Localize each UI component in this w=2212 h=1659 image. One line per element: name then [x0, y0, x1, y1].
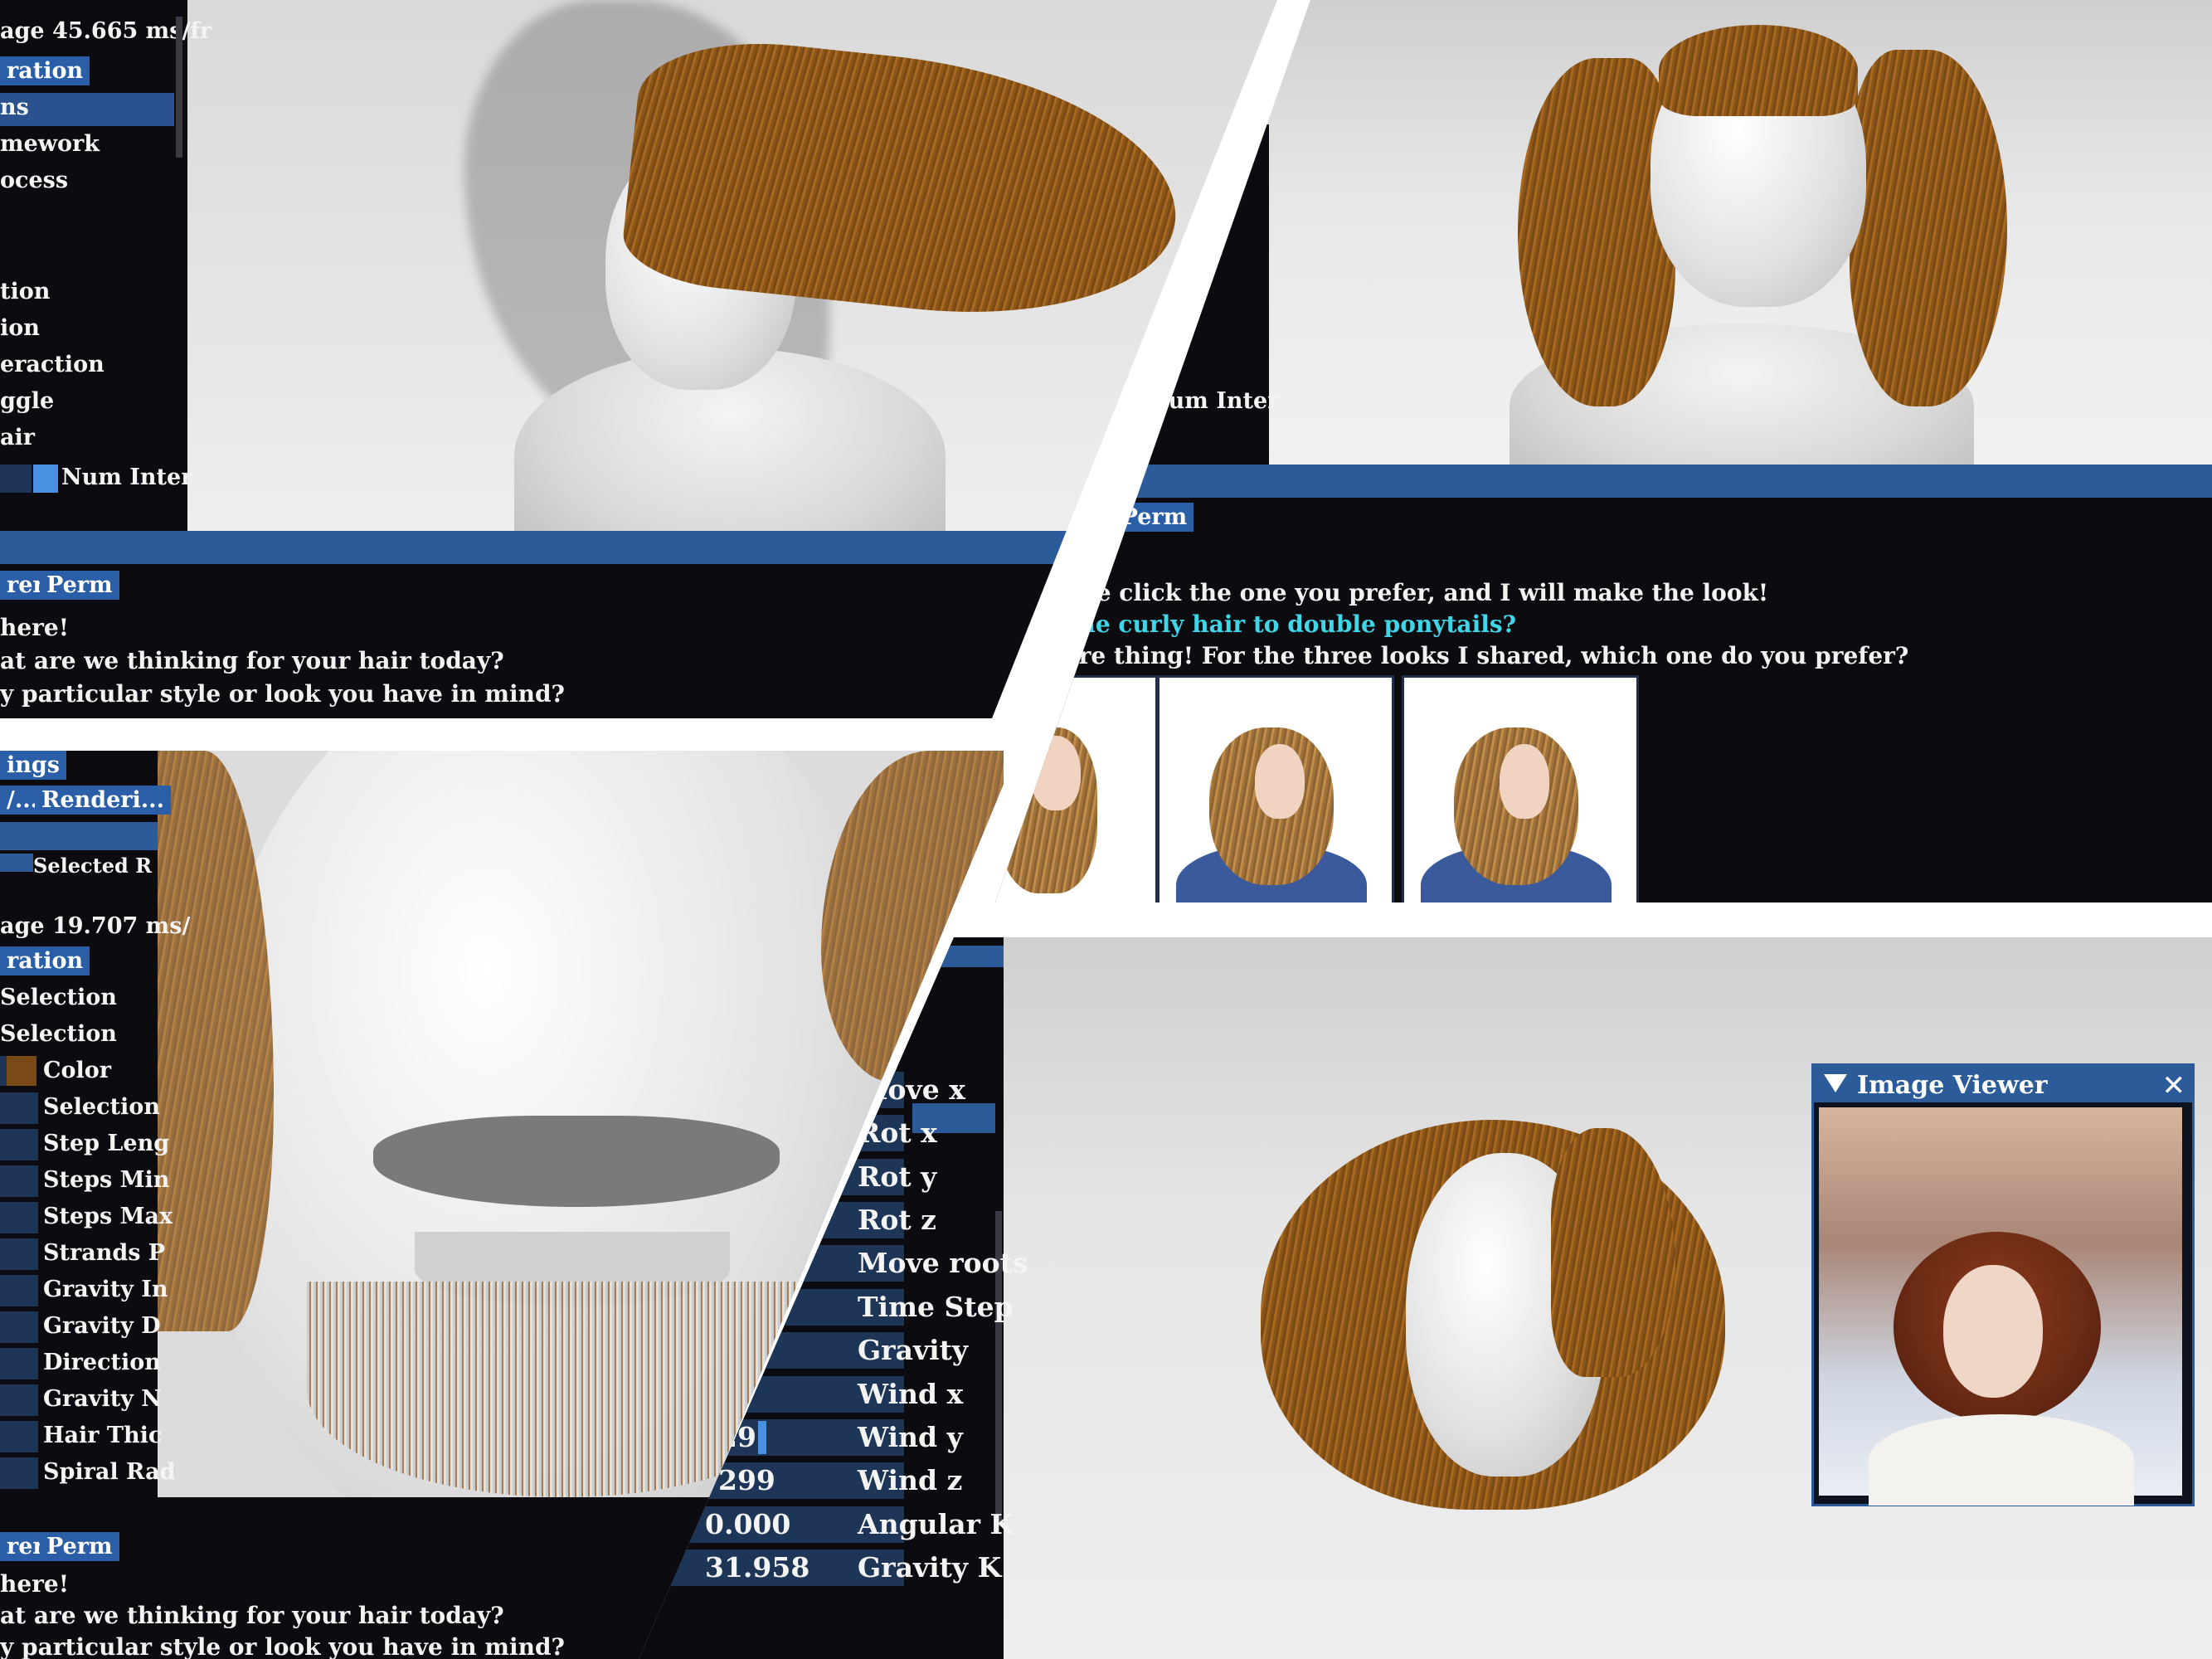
settings-header[interactable]: ings — [0, 751, 66, 780]
ponytail-right — [1850, 50, 2007, 406]
chat-line: at are we thinking for your hair today? — [0, 1602, 504, 1629]
param-field[interactable] — [0, 1384, 38, 1416]
look-thumbnail[interactable] — [1157, 675, 1394, 902]
param-value[interactable]: 299 — [718, 1464, 775, 1496]
ponytail-left — [1518, 58, 1675, 406]
param-label: Gravity — [858, 1334, 969, 1367]
selected-swatch — [0, 854, 33, 872]
scrollbar[interactable] — [176, 17, 182, 158]
param-value[interactable]: 31.958 — [705, 1551, 809, 1584]
frame-time: age 19.707 ms/ — [0, 913, 191, 939]
param-label[interactable]: Gravity N — [43, 1386, 162, 1412]
param-label: Angular K — [858, 1507, 1014, 1540]
param-field[interactable] — [0, 1129, 38, 1160]
config-header[interactable]: ration — [0, 56, 90, 85]
chat-line: at are we thinking for your hair today? — [0, 647, 504, 674]
param-field[interactable] — [0, 1311, 38, 1343]
param-label: Time Step — [858, 1290, 1014, 1323]
bangs — [1659, 25, 1858, 116]
sidebar-item[interactable]: tion — [0, 279, 50, 304]
param-field[interactable] — [0, 1348, 38, 1379]
chat-line: y particular style or look you have in m… — [0, 1633, 565, 1659]
sidebar: age 45.665 ms/fr ration ns mework ocess … — [0, 0, 211, 531]
param-field[interactable] — [0, 1421, 38, 1452]
sidebar: ings /... Renderi... Selected R age 19.7… — [0, 751, 190, 1497]
param-selection[interactable]: Selection — [0, 985, 117, 1010]
look-thumbnail[interactable] — [995, 675, 1158, 902]
sidebar-item[interactable]: mework — [0, 131, 100, 157]
param-label[interactable]: Selection — [43, 1094, 160, 1120]
param-label: Wind x — [858, 1377, 964, 1410]
sidebar-item[interactable]: ion — [0, 315, 40, 341]
photo-sweater — [1869, 1414, 2134, 1506]
slider-handle[interactable] — [758, 1420, 766, 1454]
param-label: Gravity K — [858, 1550, 1002, 1584]
chat-titlebar — [0, 531, 1277, 564]
param-label[interactable]: Direction — [43, 1350, 161, 1375]
param-label[interactable]: Hair Thic — [43, 1423, 162, 1448]
param-label: Wind y — [858, 1420, 963, 1453]
triangle-down-icon[interactable] — [1824, 1074, 1847, 1092]
tab-rendering[interactable]: Renderi... — [35, 786, 171, 815]
selected-label: Selected R — [33, 854, 153, 878]
color-swatch-hair[interactable] — [7, 1056, 36, 1086]
param-field[interactable] — [0, 1275, 38, 1306]
tab-perm[interactable]: Perm — [40, 1532, 119, 1561]
param-label[interactable]: Strands P — [43, 1240, 165, 1266]
param-label[interactable]: Spiral Rad — [43, 1459, 175, 1485]
chat-line: Sure thing! For the three looks I shared… — [1045, 642, 1909, 669]
param-label[interactable]: Step Leng — [43, 1131, 169, 1156]
chat-titlebar — [995, 465, 2212, 498]
param-field[interactable] — [0, 1165, 38, 1197]
param-value[interactable]: 0.000 — [705, 1508, 790, 1540]
param-label: Rot x — [858, 1117, 937, 1150]
photo-face — [1943, 1265, 2043, 1398]
chat-user-line: e the curly hair to double ponytails? — [1045, 611, 1517, 638]
param-field[interactable] — [0, 1202, 38, 1233]
chat-line: ease click the one you prefer, and I wil… — [1053, 579, 1769, 606]
param-label[interactable]: Steps Max — [43, 1204, 173, 1229]
param-selection[interactable]: Selection — [0, 1021, 117, 1047]
slider-track[interactable] — [0, 465, 32, 493]
num-inter-label: Num Inter — [1148, 388, 1280, 414]
tab-perm[interactable]: r Perm — [1095, 503, 1194, 532]
chat-area: r Perm ease click the one you prefer, an… — [995, 498, 2212, 902]
sidebar-item[interactable]: ns — [0, 95, 29, 120]
param-label[interactable]: Steps Min — [43, 1167, 169, 1193]
param-label: Rot z — [858, 1204, 936, 1237]
mustache — [373, 1116, 780, 1207]
param-label[interactable]: Gravity In — [43, 1277, 168, 1302]
param-label: Wind z — [858, 1464, 963, 1497]
chat-line: here! — [0, 1570, 70, 1598]
param-field[interactable] — [0, 1238, 38, 1270]
chat-line: y particular style or look you have in m… — [0, 680, 565, 708]
sidebar-item[interactable]: eraction — [0, 352, 105, 377]
tab-perm[interactable]: Perm — [40, 571, 119, 600]
look-thumbnail[interactable] — [1402, 675, 1639, 902]
chat-line: here! — [0, 614, 70, 641]
param-color[interactable]: Color — [43, 1058, 111, 1083]
sidebar-item[interactable]: ocess — [0, 168, 68, 193]
param-field[interactable] — [0, 1457, 38, 1489]
section-bar — [0, 822, 158, 850]
param-label[interactable]: Gravity D — [43, 1313, 161, 1339]
param-label: Move roots — [858, 1247, 1028, 1280]
config-header[interactable]: ration — [0, 946, 90, 975]
close-icon[interactable]: ✕ — [2162, 1069, 2186, 1102]
num-inter-label: Num Inter — [61, 465, 193, 490]
image-viewer-title: Image Viewer — [1857, 1071, 2048, 1100]
reference-photo — [1819, 1107, 2182, 1506]
param-field[interactable] — [0, 1092, 38, 1124]
panel-flowing-hair: age 45.665 ms/fr ration ns mework ocess … — [0, 0, 1277, 718]
sidebar-item[interactable]: ggle — [0, 388, 54, 414]
param-label: Rot y — [858, 1160, 937, 1193]
slider-handle[interactable] — [33, 465, 58, 493]
sidebar-item[interactable]: air — [0, 425, 35, 450]
image-viewer-window[interactable]: Image Viewer ✕ — [1811, 1063, 2195, 1506]
